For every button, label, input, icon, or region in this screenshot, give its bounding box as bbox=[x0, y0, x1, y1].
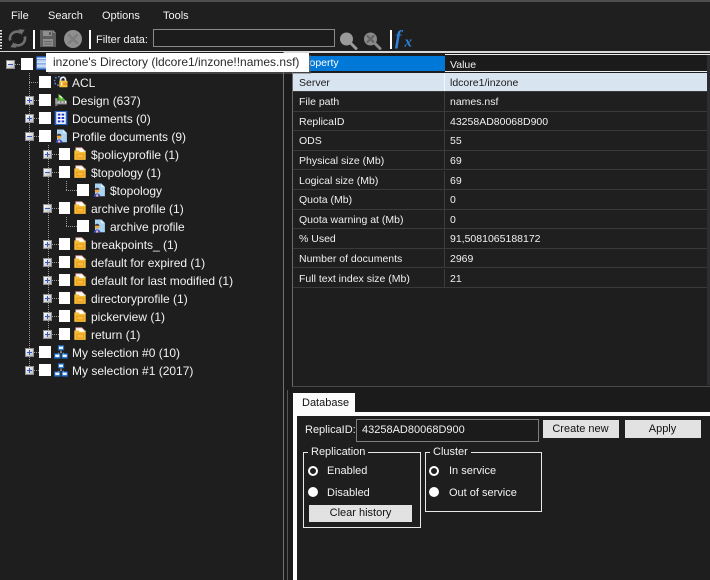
svg-text:x: x bbox=[404, 35, 413, 51]
svg-text:f: f bbox=[395, 30, 404, 49]
